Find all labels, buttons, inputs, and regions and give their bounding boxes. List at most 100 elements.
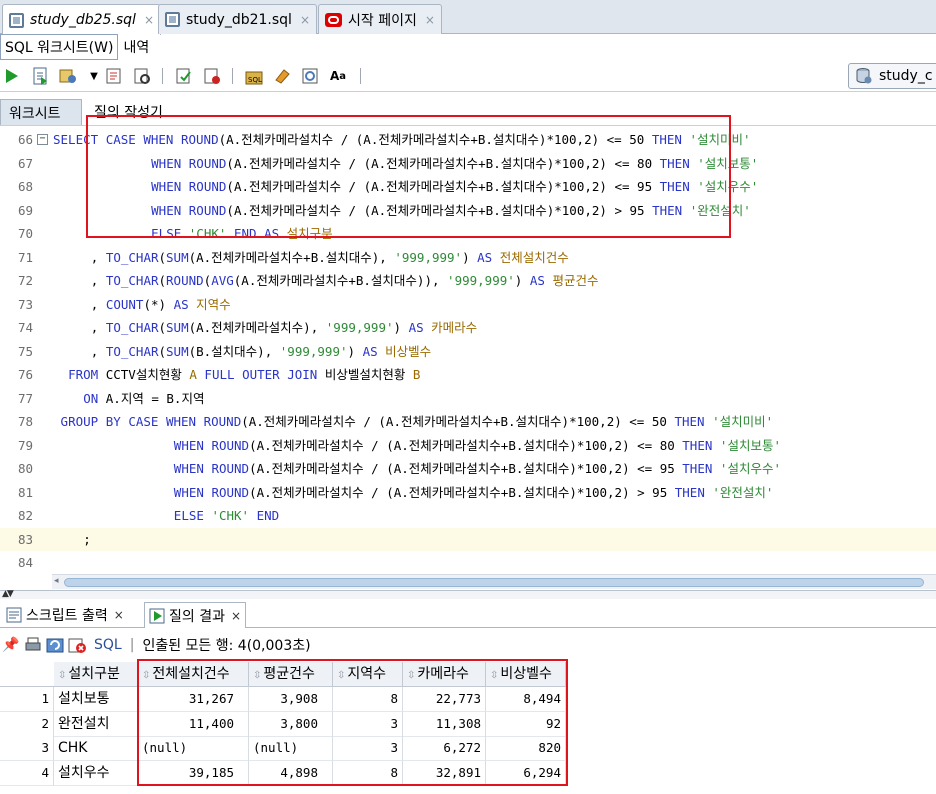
grid-cell[interactable]: 22,773 [403,687,486,712]
code-line[interactable]: 80 WHEN ROUND(A.전체카메라설치수 / (A.전체카메라설치수+B.… [0,457,936,481]
grid-cell[interactable]: 11,308 [403,711,486,737]
grid-cell[interactable]: 설치보통 [54,687,138,712]
tab-query-result[interactable]: 질의 결과 × [144,602,247,628]
sort-icon[interactable]: ⇳ [58,670,66,681]
scroll-left-arrow-icon[interactable]: ◂ [54,576,59,586]
sort-icon[interactable]: ⇳ [253,670,261,681]
doc-tab-label: study_db25.sql [30,12,136,28]
code-line[interactable]: 70 ELSE 'CHK' END AS 설치구분 [0,222,936,246]
tab-query-builder[interactable]: 질의 작성기 [86,99,171,125]
doc-tab-study-db21[interactable]: study_db21.sql × [158,4,317,34]
code-line[interactable]: 81 WHEN ROUND(A.전체카메라설치수 / (A.전체카메라설치수+B.… [0,481,936,505]
code-line[interactable]: 74 , TO_CHAR(SUM(A.전체카메라설치수), '999,999') … [0,316,936,340]
grid-cell[interactable]: 6,294 [486,760,566,786]
code-line[interactable]: 68 WHEN ROUND(A.전체카메라설치수 / (A.전체카메라설치수+B.… [0,175,936,199]
grid-cell[interactable]: 39,185 [138,760,249,786]
code-line[interactable]: 83; [0,527,936,551]
grid-cell[interactable]: 820 [486,736,566,761]
grid-cell[interactable]: 92 [486,711,566,737]
close-icon[interactable]: × [144,13,154,27]
code-line[interactable]: 67 WHEN ROUND(A.전체카메라설치수 / (A.전체카메라설치수+B.… [0,152,936,176]
grid-cell[interactable]: 6,272 [403,736,486,761]
sql-code-editor[interactable]: 66− SELECT CASE WHEN ROUND(A.전체카메라설치수 / (… [0,127,936,574]
grid-cell[interactable]: (null) [249,736,333,761]
code-line[interactable]: 69 WHEN ROUND(A.전체카메라설치수 / (A.전체카메라설치수+B.… [0,199,936,223]
grid-cell[interactable]: 8 [333,760,403,786]
table-row[interactable]: 1 설치보통 31,267 3,908 8 22,773 8,494 [0,687,570,712]
sql-history-icon[interactable]: SQL [244,66,264,86]
clear-eraser-icon[interactable] [272,66,292,86]
row-number: 4 [0,760,54,786]
editor-horizontal-scrollbar[interactable]: ◂ [52,574,936,589]
tab-history[interactable]: 내역 [118,34,154,60]
close-icon[interactable]: × [425,13,435,27]
explain-plan-icon[interactable] [104,66,124,86]
table-row[interactable]: 2 완전설치 11,400 3,800 3 11,308 92 [0,711,570,737]
chevron-down-icon[interactable]: ▼ [84,66,104,86]
autotrace-icon[interactable] [58,66,78,86]
code-line[interactable]: 75 , TO_CHAR(SUM(B.설치대수), '999,999') AS 비… [0,340,936,364]
code-line[interactable]: 71 , TO_CHAR(SUM(A.전체카메라설치수+B.설치대수), '999… [0,246,936,270]
sort-icon[interactable]: ⇳ [490,670,498,681]
code-line[interactable]: 82 ELSE 'CHK' END [0,504,936,528]
split-arrows-icon[interactable]: ▲▼ [2,589,14,599]
code-line[interactable]: 66− SELECT CASE WHEN ROUND(A.전체카메라설치수 / (… [0,128,936,152]
refresh-icon[interactable] [44,636,66,654]
column-header[interactable]: ⇳ 평균건수 [249,662,333,687]
grid-cell[interactable]: 완전설치 [54,711,138,737]
code-line[interactable]: 72 , TO_CHAR(ROUND(AVG(A.전체카메라설치수+B.설치대수)… [0,269,936,293]
grid-cell[interactable]: 4,898 [249,760,333,786]
grid-cell[interactable]: 설치우수 [54,760,138,786]
scrollbar-thumb[interactable] [64,578,924,587]
grid-cell[interactable]: CHK [54,736,138,761]
sql-tuning-icon[interactable] [132,66,152,86]
sort-icon[interactable]: ⇳ [407,670,415,681]
cancel-query-icon[interactable] [66,636,88,654]
grid-cell[interactable]: (null) [138,736,249,761]
tab-worksheet[interactable]: 워크시트 [0,99,82,125]
run-script-icon[interactable] [30,66,50,86]
column-header[interactable]: ⇳ 설치구분 [54,662,138,687]
grid-cell[interactable]: 3,800 [249,711,333,737]
grid-cell[interactable]: 3,908 [249,687,333,712]
grid-cell[interactable]: 3 [333,711,403,737]
run-statement-icon[interactable] [2,66,22,86]
grid-cell[interactable]: 8 [333,687,403,712]
grid-cell[interactable]: 11,400 [138,711,249,737]
rollback-icon[interactable] [202,66,222,86]
doc-tab-start-page[interactable]: 시작 페이지 × [318,4,442,34]
code-line[interactable]: 79 WHEN ROUND(A.전체카메라설치수 / (A.전체카메라설치수+B.… [0,434,936,458]
code-line[interactable]: 73 , COUNT(*) AS 지역수 [0,293,936,317]
pin-icon[interactable]: 📌 [0,637,22,653]
code-line[interactable]: 78 GROUP BY CASE WHEN ROUND(A.전체카메라설치수 / … [0,410,936,434]
code-line[interactable]: 76 FROM CCTV설치현황 A FULL OUTER JOIN 비상벨설치현… [0,363,936,387]
grid-cell[interactable]: 31,267 [138,687,249,712]
fold-toggle-icon[interactable]: − [37,134,48,145]
sql-link[interactable]: SQL [94,637,122,653]
tab-sql-worksheet[interactable]: SQL 워크시트(W) [0,34,119,60]
grid-cell[interactable]: 8,494 [486,687,566,712]
column-header[interactable]: ⇳ 카메라수 [403,662,486,687]
table-row[interactable]: 3 CHK (null) (null) 3 6,272 820 [0,736,570,761]
column-header[interactable]: ⇳ 전체설치건수 [138,662,249,687]
sort-icon[interactable]: ⇳ [142,670,150,681]
code-line[interactable]: 84 [0,551,936,574]
case-toggle-icon[interactable]: Aa [328,66,348,86]
print-icon[interactable] [22,637,44,653]
panel-splitter[interactable]: ▲▼ [0,589,936,599]
close-icon[interactable]: × [114,608,124,622]
doc-tab-study-db25[interactable]: study_db25.sql × [2,4,161,35]
table-row[interactable]: 4 설치우수 39,185 4,898 8 32,891 6,294 [0,760,570,786]
close-icon[interactable]: × [300,13,310,27]
column-header[interactable]: ⇳ 지역수 [333,662,403,687]
format-sql-icon[interactable] [300,66,320,86]
close-icon[interactable]: × [231,609,241,623]
grid-cell[interactable]: 3 [333,736,403,761]
column-header[interactable]: ⇳ 비상벨수 [486,662,566,687]
sort-icon[interactable]: ⇳ [337,670,345,681]
grid-cell[interactable]: 32,891 [403,760,486,786]
commit-icon[interactable] [174,66,194,86]
code-line[interactable]: 77 ON A.지역 = B.지역 [0,387,936,411]
connection-selector[interactable]: study_c [848,63,936,89]
tab-script-output[interactable]: 스크립트 출력 × [2,602,128,628]
